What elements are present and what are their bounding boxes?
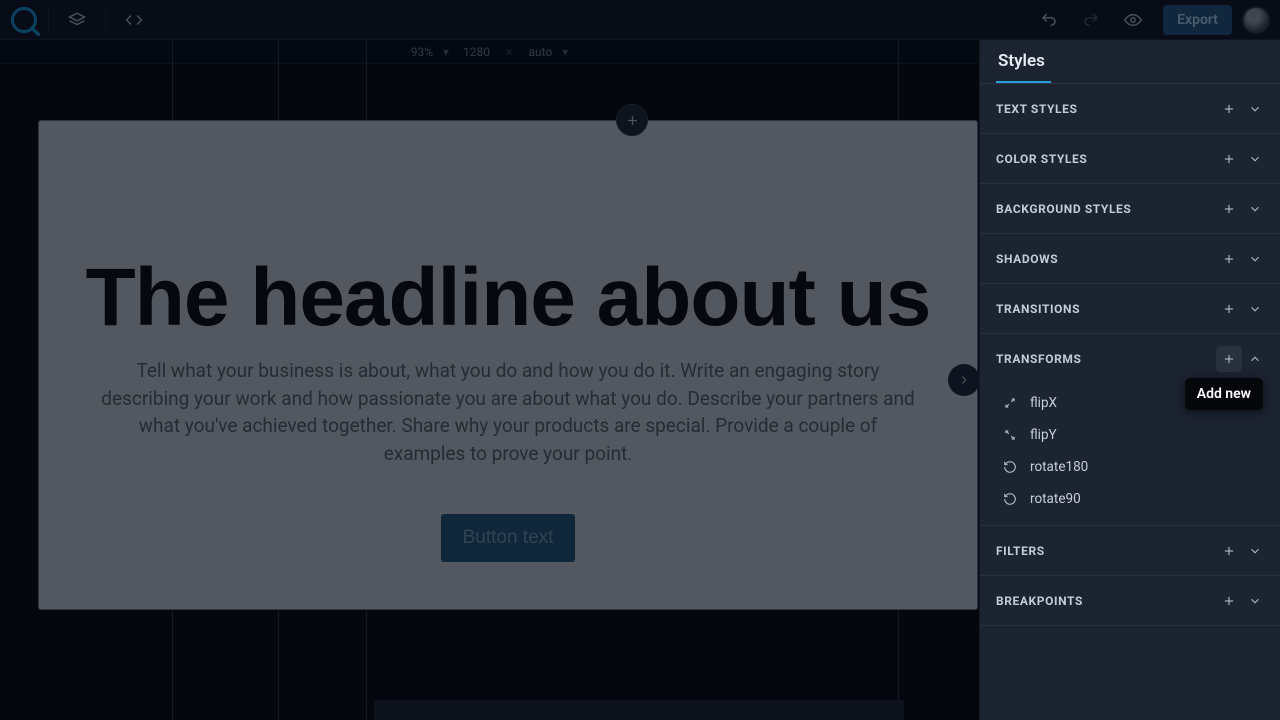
- preview-eye-icon[interactable]: [1113, 0, 1153, 40]
- next-section-button[interactable]: [948, 364, 979, 396]
- next-section-preview[interactable]: [374, 700, 904, 720]
- section-filters: Filters: [980, 526, 1280, 576]
- section-title: Transitions: [996, 302, 1080, 316]
- chevron-down-icon[interactable]: [1242, 246, 1268, 272]
- chevron-up-icon[interactable]: [1242, 346, 1268, 372]
- chevron-down-icon[interactable]: [1242, 296, 1268, 322]
- chevron-down-icon[interactable]: [1242, 196, 1268, 222]
- section-transforms: Transforms flipX flipY rotate180 rotate9…: [980, 334, 1280, 526]
- chevron-down-icon[interactable]: [1242, 588, 1268, 614]
- add-transform-button[interactable]: [1216, 346, 1242, 372]
- top-toolbar: Export: [0, 0, 1280, 40]
- section-background-styles: Background Styles: [980, 184, 1280, 234]
- section-title: Filters: [996, 544, 1045, 558]
- avatar[interactable]: [1242, 6, 1270, 34]
- add-filter-button[interactable]: [1216, 538, 1242, 564]
- tooltip-add-new: Add new: [1185, 378, 1263, 410]
- add-text-style-button[interactable]: [1216, 96, 1242, 122]
- add-background-style-button[interactable]: [1216, 196, 1242, 222]
- add-transition-button[interactable]: [1216, 296, 1242, 322]
- dimension-separator: ×: [500, 45, 518, 59]
- page-section[interactable]: The headline about us Tell what your bus…: [38, 120, 978, 610]
- undo-icon[interactable]: [1029, 0, 1069, 40]
- section-shadows: Shadows: [980, 234, 1280, 284]
- chevron-down-icon[interactable]: ▾: [562, 45, 568, 59]
- zoom-level[interactable]: 93%: [411, 45, 433, 59]
- canvas-width[interactable]: 1280: [463, 45, 490, 59]
- app-logo[interactable]: [8, 4, 40, 36]
- tab-styles[interactable]: Styles: [996, 41, 1051, 83]
- list-item-label: rotate90: [1030, 491, 1081, 507]
- transform-item-rotate90[interactable]: rotate90: [980, 483, 1280, 515]
- export-button[interactable]: Export: [1163, 5, 1232, 35]
- section-title: Color Styles: [996, 152, 1087, 166]
- flip-x-icon: [1000, 396, 1020, 410]
- section-text-styles: Text Styles: [980, 84, 1280, 134]
- section-title: Transforms: [996, 352, 1081, 366]
- chevron-down-icon[interactable]: [1242, 96, 1268, 122]
- rotate-icon: [1000, 460, 1020, 474]
- section-title: Shadows: [996, 252, 1058, 266]
- section-color-styles: Color Styles: [980, 134, 1280, 184]
- transform-item-flipy[interactable]: flipY: [980, 419, 1280, 451]
- transform-item-rotate180[interactable]: rotate180: [980, 451, 1280, 483]
- canvas-height-mode[interactable]: auto: [528, 45, 552, 59]
- add-breakpoint-button[interactable]: [1216, 588, 1242, 614]
- section-title: Background Styles: [996, 202, 1131, 216]
- section-title: Breakpoints: [996, 594, 1083, 608]
- redo-icon[interactable]: [1071, 0, 1111, 40]
- code-icon[interactable]: [114, 0, 154, 40]
- add-section-button[interactable]: [616, 104, 648, 136]
- headline-text[interactable]: The headline about us: [39, 251, 977, 345]
- layers-icon[interactable]: [57, 0, 97, 40]
- section-breakpoints: Breakpoints: [980, 576, 1280, 626]
- canvas-area[interactable]: The headline about us Tell what your bus…: [0, 64, 979, 720]
- section-transitions: Transitions: [980, 284, 1280, 334]
- rotate-icon: [1000, 492, 1020, 506]
- chevron-down-icon[interactable]: [1242, 146, 1268, 172]
- ruler-bar: 93% ▾ 1280 × auto ▾: [0, 40, 979, 64]
- list-item-label: flipY: [1030, 427, 1057, 443]
- chevron-down-icon[interactable]: [1242, 538, 1268, 564]
- cta-button[interactable]: Button text: [441, 514, 576, 562]
- chevron-down-icon[interactable]: ▾: [443, 45, 449, 59]
- section-title: Text Styles: [996, 102, 1078, 116]
- list-item-label: rotate180: [1030, 459, 1088, 475]
- add-shadow-button[interactable]: [1216, 246, 1242, 272]
- paragraph-text[interactable]: Tell what your business is about, what y…: [39, 345, 977, 468]
- list-item-label: flipX: [1030, 395, 1057, 411]
- add-color-style-button[interactable]: [1216, 146, 1242, 172]
- flip-y-icon: [1000, 428, 1020, 442]
